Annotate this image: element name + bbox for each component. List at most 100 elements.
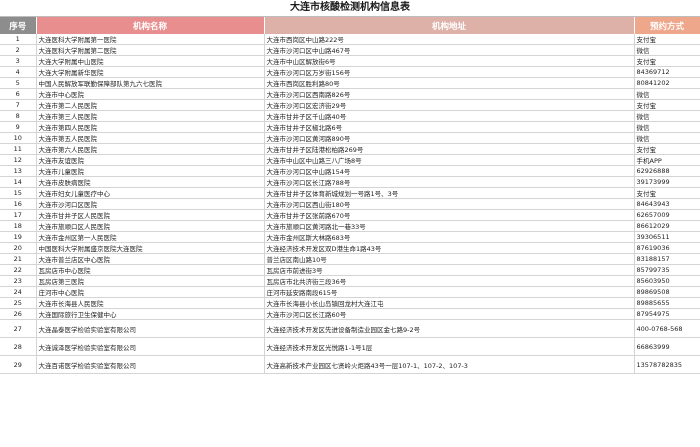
row-number-cell[interactable]: 24 — [0, 286, 37, 299]
institution-address-cell[interactable]: 大连市沙河口区西南路826号 — [264, 88, 635, 101]
booking-method-cell[interactable]: 89869508 — [634, 286, 700, 299]
institution-address-cell[interactable]: 大连经济技术开发区先进设备制造业园区金七路9-2号 — [264, 319, 635, 339]
institution-address-cell[interactable]: 大连市甘井子区陆港松柏路269号 — [264, 143, 635, 156]
booking-method-cell[interactable]: 39173999 — [634, 176, 700, 189]
booking-method-cell[interactable]: 84643943 — [634, 198, 700, 211]
booking-method-cell[interactable]: 62657009 — [634, 209, 700, 222]
institution-address-cell[interactable]: 庄河市延安路南段615号 — [264, 286, 635, 299]
row-number-cell[interactable]: 13 — [0, 165, 37, 178]
institution-address-cell[interactable]: 大连市甘井子区体育新城规划一号路1号、3号 — [264, 187, 635, 200]
booking-method-cell[interactable]: 微信 — [634, 132, 700, 145]
booking-method-cell[interactable]: 支付宝 — [634, 143, 700, 156]
institution-name-cell[interactable]: 大连市甘井子区人民医院 — [36, 209, 265, 222]
booking-method-cell[interactable]: 89885655 — [634, 297, 700, 310]
institution-address-cell[interactable]: 大连市沙河口区长江路788号 — [264, 176, 635, 189]
institution-name-cell[interactable]: 大连大学附属新华医院 — [36, 66, 265, 79]
institution-address-cell[interactable]: 大连市沙河口区中山路467号 — [264, 44, 635, 57]
institution-address-cell[interactable]: 大连市西岗区胜利路80号 — [264, 77, 635, 90]
row-number-cell[interactable]: 25 — [0, 297, 37, 310]
row-number-cell[interactable]: 7 — [0, 99, 37, 112]
institution-name-cell[interactable]: 大连百诺医学检验实验室有限公司 — [36, 355, 265, 375]
institution-address-cell[interactable]: 大连市沙河口区宏济街29号 — [264, 99, 635, 112]
row-number-cell[interactable]: 8 — [0, 110, 37, 123]
institution-address-cell[interactable]: 大连市金州区斯大林路683号 — [264, 231, 635, 244]
booking-method-cell[interactable]: 87619036 — [634, 242, 700, 255]
institution-address-cell[interactable]: 大连市中山区解放街6号 — [264, 55, 635, 68]
institution-name-cell[interactable]: 大连市友谊医院 — [36, 154, 265, 167]
institution-name-cell[interactable]: 大连市皮肤病医院 — [36, 176, 265, 189]
institution-address-cell[interactable]: 大连高新技术产业园区七贤岭火炬路43号一层107-1、107-2、107-3 — [264, 355, 635, 375]
booking-method-cell[interactable]: 66863999 — [634, 337, 700, 357]
institution-address-cell[interactable]: 大连市甘井子区千山路40号 — [264, 110, 635, 123]
institution-name-cell[interactable]: 大连市中心医院 — [36, 88, 265, 101]
booking-method-cell[interactable]: 支付宝 — [634, 55, 700, 68]
institution-address-cell[interactable]: 大连市沙河口区中山路154号 — [264, 165, 635, 178]
row-number-cell[interactable]: 29 — [0, 355, 37, 375]
institution-name-cell[interactable]: 大连晶泰医学检验实验室有限公司 — [36, 319, 265, 339]
institution-name-cell[interactable]: 大连市普兰店区中心医院 — [36, 253, 265, 266]
institution-address-cell[interactable]: 大连市沙河口区长江路60号 — [264, 308, 635, 321]
institution-address-cell[interactable]: 大连市长海县小长山岛镇回龙村大连江屯 — [264, 297, 635, 310]
institution-name-cell[interactable]: 大连市长海县人民医院 — [36, 297, 265, 310]
institution-address-cell[interactable]: 普兰店区南山路10号 — [264, 253, 635, 266]
institution-name-cell[interactable]: 中国医科大学附属盛京医院大连医院 — [36, 242, 265, 255]
row-number-cell[interactable]: 11 — [0, 143, 37, 156]
institution-address-cell[interactable]: 瓦房店市前进街3号 — [264, 264, 635, 277]
booking-method-cell[interactable]: 支付宝 — [634, 99, 700, 112]
booking-method-cell[interactable]: 手机APP — [634, 154, 700, 167]
booking-method-cell[interactable]: 62926888 — [634, 165, 700, 178]
row-number-cell[interactable]: 16 — [0, 198, 37, 211]
institution-address-cell[interactable]: 大连市甘井子区张前路670号 — [264, 209, 635, 222]
row-number-cell[interactable]: 6 — [0, 88, 37, 101]
row-number-cell[interactable]: 4 — [0, 66, 37, 79]
booking-method-cell[interactable]: 80841202 — [634, 77, 700, 90]
institution-name-cell[interactable]: 大连医科大学附属第二医院 — [36, 44, 265, 57]
institution-name-cell[interactable]: 瓦房店市中心医院 — [36, 264, 265, 277]
institution-name-cell[interactable]: 大连市儿童医院 — [36, 165, 265, 178]
row-number-cell[interactable]: 15 — [0, 187, 37, 200]
institution-name-cell[interactable]: 大连市旅顺口区人民医院 — [36, 220, 265, 233]
row-number-cell[interactable]: 23 — [0, 275, 37, 288]
institution-address-cell[interactable]: 大连经济技术开发区双D港生命1路43号 — [264, 242, 635, 255]
institution-address-cell[interactable]: 大连市沙河口区万岁街156号 — [264, 66, 635, 79]
row-number-cell[interactable]: 28 — [0, 337, 37, 357]
institution-name-cell[interactable]: 瓦房店第三医院 — [36, 275, 265, 288]
institution-name-cell[interactable]: 大连市妇女儿童医疗中心 — [36, 187, 265, 200]
institution-address-cell[interactable]: 大连市旅顺口区黄河路北一巷33号 — [264, 220, 635, 233]
row-number-cell[interactable]: 14 — [0, 176, 37, 189]
row-number-cell[interactable]: 9 — [0, 121, 37, 134]
institution-name-cell[interactable]: 大连医科大学附属第一医院 — [36, 34, 265, 46]
institution-name-cell[interactable]: 大连市第六人民医院 — [36, 143, 265, 156]
booking-method-cell[interactable]: 39306511 — [634, 231, 700, 244]
row-number-cell[interactable]: 3 — [0, 55, 37, 68]
booking-method-cell[interactable]: 85799735 — [634, 264, 700, 277]
row-number-cell[interactable]: 20 — [0, 242, 37, 255]
institution-address-cell[interactable]: 大连市西岗区中山路222号 — [264, 34, 635, 46]
booking-method-cell[interactable]: 支付宝 — [634, 34, 700, 46]
booking-method-cell[interactable]: 微信 — [634, 88, 700, 101]
institution-address-cell[interactable]: 大连市沙河口区西山街180号 — [264, 198, 635, 211]
institution-address-cell[interactable]: 大连市甘井子区椒北路6号 — [264, 121, 635, 134]
institution-name-cell[interactable]: 大连市第二人民医院 — [36, 99, 265, 112]
booking-method-cell[interactable]: 86612029 — [634, 220, 700, 233]
row-number-cell[interactable]: 17 — [0, 209, 37, 222]
institution-address-cell[interactable]: 大连市沙河口区黄河路890号 — [264, 132, 635, 145]
row-number-cell[interactable]: 2 — [0, 44, 37, 57]
booking-method-cell[interactable]: 84369712 — [634, 66, 700, 79]
booking-method-cell[interactable]: 87954975 — [634, 308, 700, 321]
row-number-cell[interactable]: 12 — [0, 154, 37, 167]
booking-method-cell[interactable]: 83188157 — [634, 253, 700, 266]
institution-name-cell[interactable]: 庄河市中心医院 — [36, 286, 265, 299]
booking-method-cell[interactable]: 400-0768-568 — [634, 319, 700, 339]
institution-name-cell[interactable]: 大连国际旅行卫生保健中心 — [36, 308, 265, 321]
row-number-cell[interactable]: 10 — [0, 132, 37, 145]
booking-method-cell[interactable]: 支付宝 — [634, 187, 700, 200]
institution-name-cell[interactable]: 大连市金州区第一人民医院 — [36, 231, 265, 244]
institution-name-cell[interactable]: 大连市第三人民医院 — [36, 110, 265, 123]
institution-name-cell[interactable]: 大连市第五人民医院 — [36, 132, 265, 145]
booking-method-cell[interactable]: 13578782835 — [634, 355, 700, 375]
institution-address-cell[interactable]: 瓦房店市北共济街三段36号 — [264, 275, 635, 288]
institution-name-cell[interactable]: 大连市第四人民医院 — [36, 121, 265, 134]
row-number-cell[interactable]: 19 — [0, 231, 37, 244]
row-number-cell[interactable]: 5 — [0, 77, 37, 90]
